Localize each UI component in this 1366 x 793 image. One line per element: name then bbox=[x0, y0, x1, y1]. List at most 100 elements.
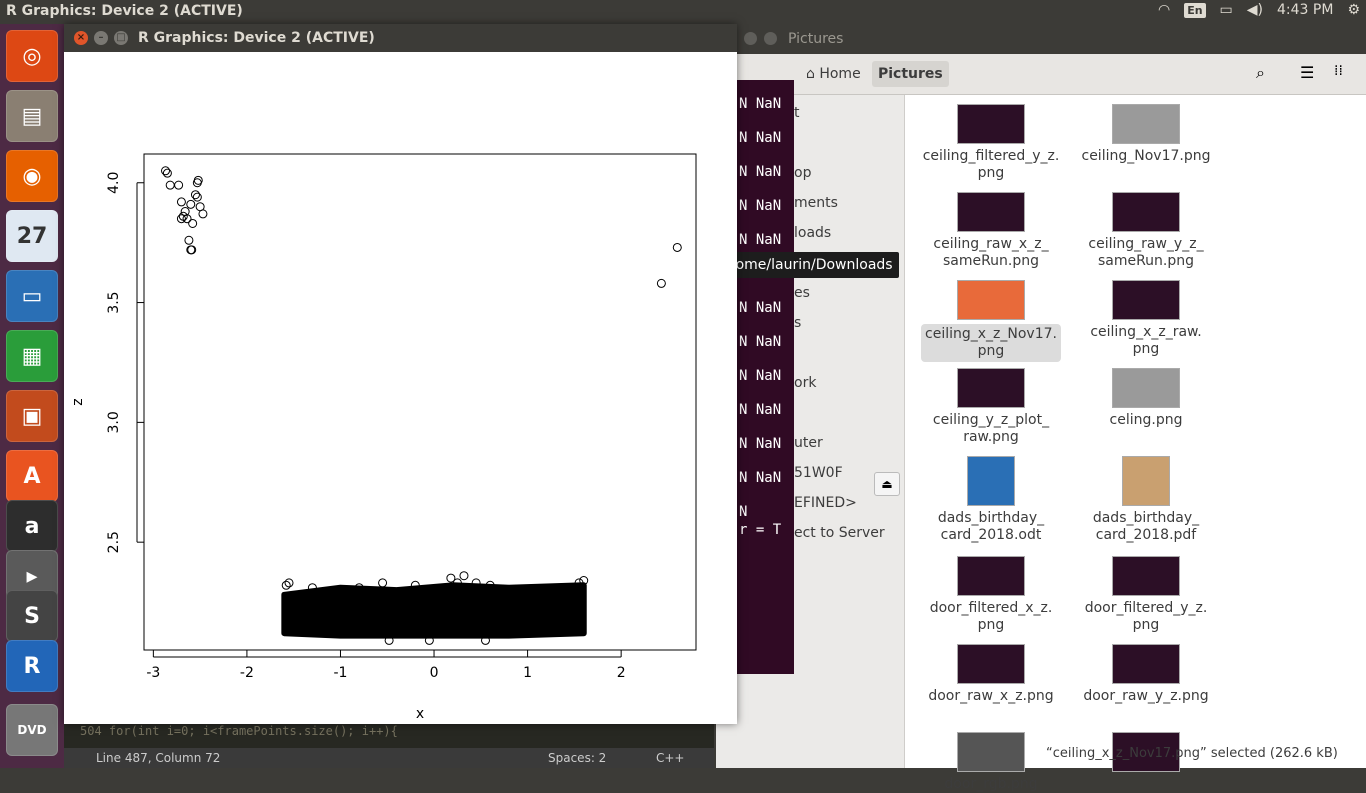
search-icon[interactable]: ⌕ bbox=[1256, 63, 1265, 83]
file-item[interactable]: ceiling_filtered_y_z. png bbox=[921, 95, 1061, 182]
firefox-icon[interactable]: ◉ bbox=[6, 150, 58, 202]
gear-icon[interactable]: ⚙ bbox=[1347, 2, 1360, 18]
x-tick-label: 0 bbox=[430, 665, 439, 681]
terminal-line: N NaN bbox=[739, 470, 782, 486]
y-tick-label: 3.0 bbox=[106, 411, 122, 433]
file-item[interactable]: door_raw_x_z.png bbox=[921, 635, 1061, 705]
launcher: ◎ ▤ ◉ 27 ▭ ▦ ▣ Aa ▸ S R DVD bbox=[0, 24, 64, 768]
sidebar-item[interactable]: t bbox=[794, 105, 800, 121]
file-item[interactable]: ceiling_y_z_plot_ raw.png bbox=[921, 359, 1061, 446]
data-point bbox=[161, 166, 171, 176]
sidebar-item[interactable]: ments bbox=[794, 195, 838, 211]
y-tick-label: 4.0 bbox=[106, 172, 122, 194]
file-thumbnail bbox=[1112, 280, 1180, 320]
maximize-icon[interactable]: □ bbox=[114, 31, 128, 45]
file-name: door_filtered_y_z. png bbox=[1084, 600, 1208, 633]
files-toolbar: ⌂ Home Pictures ⌕ ☰ ⁞⁞ bbox=[716, 54, 1366, 95]
scatter-plot: -3 -2 -1 0 1 2 2.5 3.0 3.5 4.0 x z bbox=[70, 153, 697, 722]
software-center-icon[interactable]: A bbox=[6, 450, 58, 502]
battery-icon[interactable]: ▭ bbox=[1220, 2, 1233, 18]
terminal-line: N NaN bbox=[739, 130, 782, 146]
file-item[interactable]: ceiling_Nov17.png bbox=[1076, 95, 1216, 165]
eject-icon[interactable]: ⏏ bbox=[874, 472, 900, 496]
breadcrumb-pictures[interactable]: Pictures bbox=[872, 61, 949, 87]
cursor-position: Line 487, Column 72 bbox=[96, 751, 221, 765]
sidebar-item[interactable]: es bbox=[794, 285, 810, 301]
file-thumbnail bbox=[957, 104, 1025, 144]
file-item[interactable]: door_rgb.png bbox=[921, 723, 1061, 793]
sidebar-item[interactable]: s bbox=[794, 315, 801, 331]
editor-statusbar: Line 487, Column 72 Spaces: 2 C++ bbox=[64, 748, 714, 768]
terminal-line: N NaN bbox=[739, 164, 782, 180]
maximize-icon[interactable] bbox=[764, 32, 777, 45]
file-name: dads_birthday_ card_2018.pdf bbox=[1092, 510, 1200, 543]
file-item[interactable]: door_filtered_y_z. png bbox=[1076, 547, 1216, 634]
data-point bbox=[174, 180, 184, 190]
file-item[interactable]: door_filtered_x_z. png bbox=[921, 547, 1061, 634]
file-item[interactable]: ceiling_raw_y_z_ sameRun.png bbox=[1076, 183, 1216, 270]
file-item[interactable]: door_raw_y_z.png bbox=[1076, 635, 1216, 705]
keyboard-layout-indicator[interactable]: En bbox=[1184, 2, 1206, 18]
code-line: 504 for(int i=0; i<framePoints.size(); i… bbox=[80, 724, 398, 738]
file-item[interactable]: ceiling_x_z_Nov17. png bbox=[921, 271, 1061, 362]
x-tick-label: -2 bbox=[240, 665, 254, 681]
sidebar-item[interactable]: EFINED> bbox=[794, 495, 857, 511]
file-item[interactable]: celing.png bbox=[1076, 359, 1216, 429]
minimize-icon[interactable]: – bbox=[94, 31, 108, 45]
files-icon[interactable]: ▤ bbox=[6, 90, 58, 142]
calendar-icon[interactable]: 27 bbox=[6, 210, 58, 262]
file-item[interactable]: ceiling_raw_x_z_ sameRun.png bbox=[921, 183, 1061, 270]
data-point bbox=[672, 242, 682, 252]
calc-icon[interactable]: ▦ bbox=[6, 330, 58, 382]
terminal-line: N NaN bbox=[739, 334, 782, 350]
file-item[interactable]: ceiling_x_z_raw. png bbox=[1076, 271, 1216, 358]
sidebar-item[interactable]: 51W0F bbox=[794, 465, 843, 481]
data-point bbox=[459, 571, 469, 581]
syntax-setting[interactable]: C++ bbox=[656, 751, 685, 765]
data-point bbox=[198, 209, 208, 219]
file-name: ceiling_x_z_raw. png bbox=[1090, 324, 1202, 357]
amazon-icon[interactable]: a bbox=[6, 500, 58, 552]
terminal-line: N bbox=[739, 504, 748, 520]
file-thumbnail bbox=[957, 192, 1025, 232]
clock[interactable]: 4:43 PM bbox=[1277, 2, 1333, 18]
file-name: dads_birthday_ card_2018.odt bbox=[937, 510, 1045, 543]
r-window-title: R Graphics: Device 2 (ACTIVE) bbox=[138, 30, 375, 46]
data-point bbox=[176, 197, 186, 207]
file-name: door_raw_x_z.png bbox=[928, 688, 1054, 704]
volume-icon[interactable]: ◀) bbox=[1247, 2, 1263, 18]
top-panel: R Graphics: Device 2 (ACTIVE) ◠ En ▭ ◀) … bbox=[0, 0, 1366, 24]
sidebar-item[interactable]: op bbox=[794, 165, 811, 181]
path-tooltip: /home/laurin/Downloads bbox=[716, 252, 899, 278]
file-name: ceiling_Nov17.png bbox=[1081, 148, 1211, 164]
file-thumbnail bbox=[957, 280, 1025, 320]
sidebar-item[interactable]: ork bbox=[794, 375, 816, 391]
file-name: door_rgb.png bbox=[944, 776, 1038, 792]
writer-icon[interactable]: ▭ bbox=[6, 270, 58, 322]
x-axis-label: x bbox=[416, 706, 424, 722]
grid-view-icon[interactable]: ⁞⁞ bbox=[1334, 63, 1343, 79]
terminal-line: N NaN bbox=[739, 198, 782, 214]
x-tick-label: -1 bbox=[333, 665, 347, 681]
file-item[interactable]: dads_birthday_ card_2018.odt bbox=[921, 447, 1061, 544]
close-icon[interactable]: × bbox=[74, 31, 88, 45]
sidebar-item[interactable]: ect to Server bbox=[794, 525, 885, 541]
sublime-icon[interactable]: S bbox=[6, 590, 58, 642]
list-view-icon[interactable]: ☰ bbox=[1300, 63, 1314, 82]
file-item[interactable]: dads_birthday_ card_2018.pdf bbox=[1076, 447, 1216, 544]
file-name: door_filtered_x_z. png bbox=[929, 600, 1053, 633]
indent-setting[interactable]: Spaces: 2 bbox=[548, 751, 606, 765]
minimize-icon[interactable] bbox=[744, 32, 757, 45]
terminal-line: N NaN bbox=[739, 300, 782, 316]
breadcrumb-home[interactable]: ⌂ Home bbox=[800, 61, 867, 87]
file-name: ceiling_raw_x_z_ sameRun.png bbox=[933, 236, 1049, 269]
sidebar-item[interactable]: uter bbox=[794, 435, 823, 451]
ubuntu-icon[interactable]: ◎ bbox=[6, 30, 58, 82]
sidebar-item[interactable]: loads bbox=[794, 225, 831, 241]
r-icon[interactable]: R bbox=[6, 640, 58, 692]
impress-icon[interactable]: ▣ bbox=[6, 390, 58, 442]
wifi-icon[interactable]: ◠ bbox=[1158, 2, 1170, 18]
dvd-icon[interactable]: DVD bbox=[6, 704, 58, 756]
file-thumbnail bbox=[957, 644, 1025, 684]
terminal-line: N NaN bbox=[739, 368, 782, 384]
